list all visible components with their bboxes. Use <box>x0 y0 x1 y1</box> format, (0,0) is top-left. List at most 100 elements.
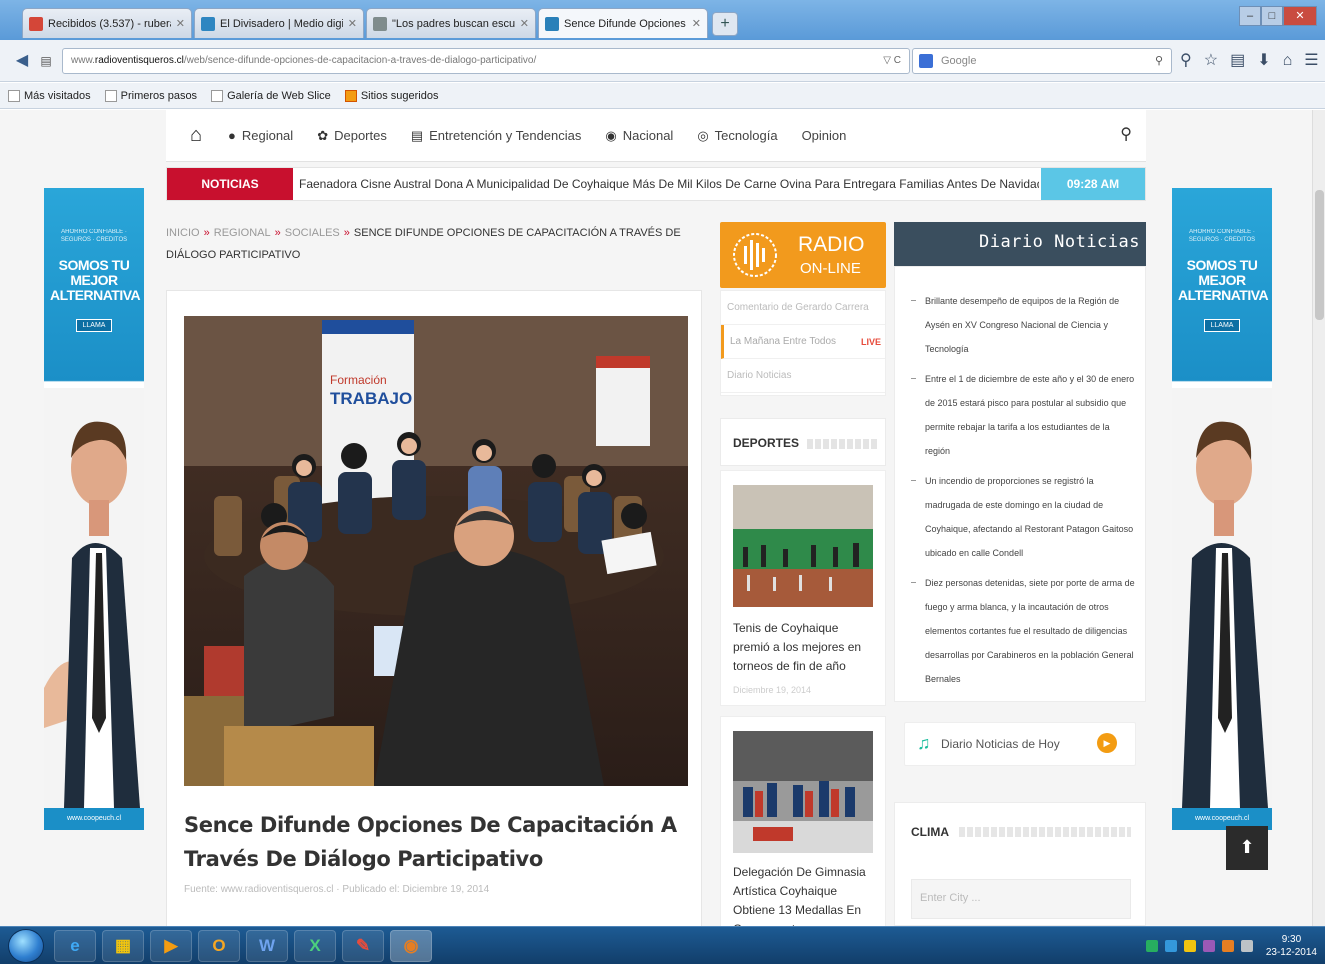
nav-item-nacional[interactable]: ◉ Nacional <box>593 128 685 144</box>
clima-widget: CLIMA Enter City ... <box>894 802 1146 926</box>
media-player-taskbar-icon[interactable]: ▶ <box>150 930 192 962</box>
search-icon[interactable]: ⚲ <box>1155 49 1163 73</box>
radio-program-item-active[interactable]: La Mañana Entre Todos LIVE <box>721 325 885 359</box>
ticker-headline[interactable]: Faenadora Cisne Austral Dona A Municipal… <box>299 168 1039 200</box>
play-button[interactable]: ▶ <box>1097 733 1117 753</box>
tray-volume-icon[interactable] <box>1240 940 1253 952</box>
google-search-engine-icon[interactable] <box>919 54 933 68</box>
music-note-icon: ♫ <box>917 733 931 753</box>
nav-item-regional[interactable]: ● Regional <box>216 128 305 143</box>
start-button[interactable] <box>8 929 44 963</box>
search-bar[interactable]: Google ⚲ <box>912 48 1172 74</box>
firefox-taskbar-icon[interactable]: ◉ <box>390 930 432 962</box>
home-icon[interactable]: ⌂ <box>1283 48 1293 74</box>
sports-article-card[interactable]: Tenis de Coyhaique premió a los mejores … <box>720 470 886 706</box>
tray-app-icon[interactable] <box>1183 940 1196 952</box>
bookmark-label: Más visitados <box>24 89 91 102</box>
sports-article-date: Diciembre 19, 2014 <box>733 685 812 695</box>
minimize-button[interactable]: – <box>1239 6 1261 26</box>
toolbar-icons: ⚲ ☆ ▤ ⬇ ⌂ ☰ <box>1180 48 1319 74</box>
close-tab-icon[interactable]: ✕ <box>692 17 701 30</box>
nav-item-entretencion[interactable]: ▤ Entretención y Tendencias <box>399 128 594 144</box>
radio-program-item[interactable]: Comentario de Gerardo Carrera <box>721 291 885 325</box>
news-item[interactable]: Un incendio de proporciones se registró … <box>909 469 1135 565</box>
sports-article-card[interactable]: Delegación De Gimnasia Artística Coyhaiq… <box>720 716 886 936</box>
breadcrumb-link[interactable]: INICIO <box>166 227 200 239</box>
tray-network-icon[interactable] <box>1145 940 1158 952</box>
audio-player[interactable]: ♫ Diario Noticias de Hoy ▶ <box>904 722 1136 766</box>
bookmark-label: Galería de Web Slice <box>227 89 331 102</box>
radio-online-banner[interactable]: RADIO ON-LINE <box>720 222 886 288</box>
left-side-ad[interactable]: AHORRO CONFIABLE · SEGUROS · CREDITOS SO… <box>44 188 144 830</box>
deportes-header: DEPORTES <box>720 418 886 466</box>
breadcrumb: INICIO» REGIONAL» SOCIALES» SENCE DIFUNDE O… <box>166 222 686 266</box>
close-tab-icon[interactable]: ✕ <box>176 17 185 30</box>
bookmark-star-icon[interactable]: ☆ <box>1204 48 1218 74</box>
ad-businessman-image <box>44 388 144 808</box>
close-tab-icon[interactable]: ✕ <box>348 17 357 30</box>
outlook-taskbar-icon[interactable]: O <box>198 930 240 962</box>
nav-label: Tecnología <box>714 128 778 143</box>
nav-item-deportes[interactable]: ✿ Deportes <box>305 128 399 144</box>
city-input[interactable]: Enter City ... <box>911 879 1131 919</box>
banner-text: Formación <box>330 373 387 387</box>
ticker-time: 09:28 AM <box>1041 168 1145 200</box>
article-photo[interactable]: Formación TRABAJO <box>184 316 688 786</box>
nav-item-tecnologia[interactable]: ◎ Tecnología <box>685 128 789 144</box>
tab-title: Recibidos (3.537) - ruberal... <box>48 17 171 30</box>
news-item[interactable]: Brillante desempeño de equipos de la Reg… <box>909 289 1135 361</box>
browser-tab[interactable]: El Divisadero | Medio digital -... ✕ <box>194 8 364 38</box>
page-info-icon[interactable]: ▤ <box>32 48 60 74</box>
bookmarks-bar: Más visitados Primeros pasos Galería de … <box>0 83 1325 109</box>
section-title: Diario Noticias <box>978 232 1140 252</box>
tray-app-icon[interactable] <box>1221 940 1234 952</box>
browser-tab[interactable]: Recibidos (3.537) - ruberal... ✕ <box>22 8 192 38</box>
live-badge: LIVE <box>860 337 881 347</box>
excel-taskbar-icon[interactable]: X <box>294 930 336 962</box>
word-taskbar-icon[interactable]: W <box>246 930 288 962</box>
nav-item-opinion[interactable]: Opinion <box>790 128 859 143</box>
reload-icon[interactable]: ▽ C <box>883 49 901 73</box>
sports-article-title[interactable]: Tenis de Coyhaique premió a los mejores … <box>733 619 873 676</box>
section-title: CLIMA <box>911 825 949 839</box>
home-icon[interactable]: ⌂ <box>176 124 216 147</box>
audio-player-label: Diario Noticias de Hoy <box>941 737 1060 751</box>
bookmark-item[interactable]: Primeros pasos <box>104 89 197 102</box>
ad-button[interactable]: LLAMA <box>75 319 113 332</box>
close-tab-icon[interactable]: ✕ <box>520 17 529 30</box>
taskbar-clock[interactable]: 9:30 23-12-2014 <box>1266 933 1317 959</box>
url-bar[interactable]: www.radioventisqueros.cl/web/sence-difun… <box>62 48 910 74</box>
bookmark-item[interactable]: Galería de Web Slice <box>211 89 331 102</box>
bookmark-item[interactable]: Más visitados <box>8 89 91 102</box>
maximize-button[interactable]: □ <box>1261 6 1283 26</box>
tab-title: El Divisadero | Medio digital -... <box>220 17 343 30</box>
browser-tab[interactable]: "Los padres buscan escuela y d... ✕ <box>366 8 536 38</box>
breadcrumb-link[interactable]: REGIONAL <box>214 227 271 239</box>
vertical-scrollbar[interactable] <box>1312 110 1325 926</box>
close-window-button[interactable]: ✕ <box>1283 6 1317 26</box>
right-side-ad[interactable]: AHORRO CONFIABLE · SEGUROS · CREDITOS SO… <box>1172 188 1272 830</box>
news-item[interactable]: Diez personas detenidas, siete por porte… <box>909 571 1135 691</box>
bookmark-item[interactable]: Sitios sugeridos <box>344 89 438 102</box>
ad-button[interactable]: LLAMA <box>1203 319 1241 332</box>
explorer-taskbar-icon[interactable]: ▦ <box>102 930 144 962</box>
menu-icon[interactable]: ☰ <box>1304 48 1318 74</box>
new-tab-button[interactable]: + <box>712 12 738 36</box>
find-icon[interactable]: ⚲ <box>1180 48 1192 74</box>
globe-icon: ◉ <box>605 127 617 143</box>
browser-tab-active[interactable]: Sence Difunde Opciones D... ✕ <box>538 8 708 38</box>
ie-taskbar-icon[interactable]: e <box>54 930 96 962</box>
bookmarks-list-icon[interactable]: ▤ <box>1230 48 1245 74</box>
back-to-top-button[interactable]: ⬆ <box>1226 826 1268 870</box>
downloads-icon[interactable]: ⬇ <box>1257 48 1270 74</box>
breadcrumb-link[interactable]: SOCIALES <box>285 227 340 239</box>
tennis-photo <box>733 485 873 607</box>
tray-app-icon[interactable] <box>1202 940 1215 952</box>
paint-taskbar-icon[interactable]: ✎ <box>342 930 384 962</box>
site-search-icon[interactable]: ⚲ <box>1120 124 1132 144</box>
news-item[interactable]: Entre el 1 de diciembre de este año y el… <box>909 367 1135 463</box>
scrollbar-thumb[interactable] <box>1315 190 1324 320</box>
tray-app-icon[interactable] <box>1164 940 1177 952</box>
calendar-icon: ▤ <box>410 127 424 143</box>
radio-program-item[interactable]: Diario Noticias <box>721 359 885 393</box>
